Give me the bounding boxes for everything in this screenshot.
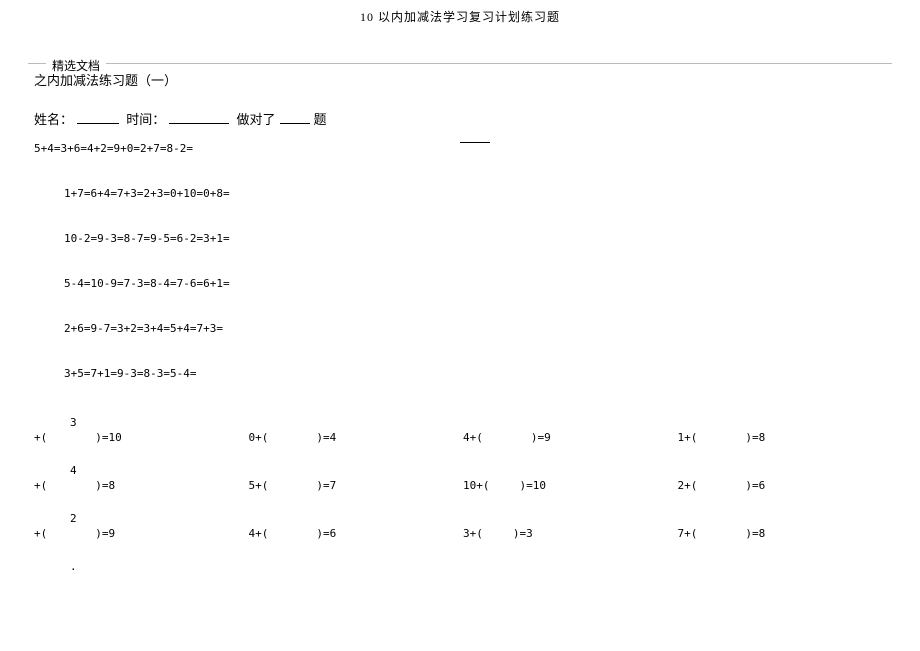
paren-cell: 1+()=8	[678, 431, 893, 444]
equation-line-5: 2+6=9-7=3+2=3+4=5+4=7+3=	[64, 322, 892, 335]
equation-line-3: 10-2=9-3=8-7=9-5=6-2=3+1=	[64, 232, 892, 245]
time-label: 时间：	[126, 112, 165, 127]
paren-cell: 7+()=8	[678, 527, 893, 540]
paren-cell: 5+()=7	[249, 479, 464, 492]
paren-cell: 10+()=10	[463, 479, 678, 492]
time-blank	[169, 112, 229, 124]
paren-group-2: 4 +()=8 5+()=7 10+()=10 2+()=6	[34, 464, 892, 492]
stray-underline	[460, 142, 490, 143]
paren-cell: 4+()=9	[463, 431, 678, 444]
equation-line-4: 5-4=10-9=7-3=8-4=7-6=6+1=	[64, 277, 892, 290]
equation-line-2: 1+7=6+4=7+3=2+3=0+10=0+8=	[64, 187, 892, 200]
paren-cell: +()=9	[34, 527, 249, 540]
paren-row-2: +()=8 5+()=7 10+()=10 2+()=6	[34, 479, 892, 492]
paren-above-3: 2	[70, 512, 892, 525]
paren-cell: 3+()=3	[463, 527, 678, 540]
paren-above-1: 3	[70, 416, 892, 429]
equation-text: 5+4=3+6=4+2=9+0=2+7=8-2=	[34, 142, 193, 155]
content-area: 精选文档 之内加减法练习题（一） 姓名： 时间： 做对了题 5+4=3+6=4+…	[28, 63, 892, 573]
equation-line-6: 3+5=7+1=9-3=8-3=5-4=	[64, 367, 892, 380]
trailing-dot: .	[70, 560, 892, 573]
paren-above-2: 4	[70, 464, 892, 477]
paren-cell: +()=8	[34, 479, 249, 492]
name-label: 姓名：	[34, 112, 73, 127]
equation-line-1: 5+4=3+6=4+2=9+0=2+7=8-2=	[34, 142, 892, 155]
correct-prefix: 做对了	[237, 112, 276, 127]
paren-group-3: 2 +()=9 4+()=6 3+()=3 7+()=8	[34, 512, 892, 540]
paren-row-1: +()=10 0+()=4 4+()=9 1+()=8	[34, 431, 892, 444]
info-row: 姓名： 时间： 做对了 题	[34, 109, 892, 128]
paren-cell: +()=10	[34, 431, 249, 444]
worksheet-subtitle: 之内加减法练习题（一）	[34, 70, 892, 89]
paren-group-1: 3 +()=10 0+()=4 4+()=9 1+()=8	[34, 416, 892, 444]
correct-suffix: 题	[314, 112, 327, 127]
page-title: 10 以内加减法学习复习计划练习题	[0, 0, 920, 25]
paren-row-3: +()=9 4+()=6 3+()=3 7+()=8	[34, 527, 892, 540]
name-blank	[77, 112, 119, 124]
paren-cell: 4+()=6	[249, 527, 464, 540]
header-label: 精选文档	[46, 57, 106, 74]
correct-blank	[280, 112, 310, 124]
paren-cell: 0+()=4	[249, 431, 464, 444]
paren-cell: 2+()=6	[678, 479, 893, 492]
fill-paren-section: 3 +()=10 0+()=4 4+()=9 1+()=8 4 +()=8 5+…	[34, 416, 892, 573]
